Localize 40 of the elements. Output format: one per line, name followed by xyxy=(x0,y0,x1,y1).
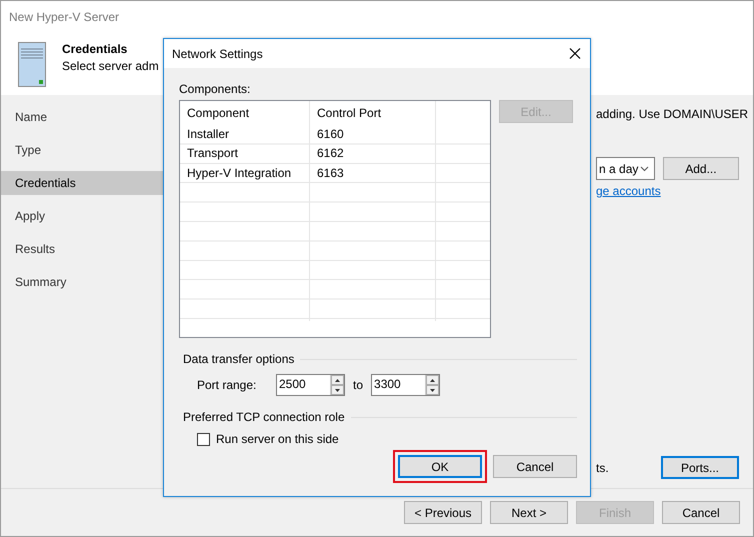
group-heading: Data transfer options xyxy=(183,352,294,366)
table-cell-text: 6163 xyxy=(316,164,345,182)
table-cell-text: 6160 xyxy=(316,126,345,143)
port-to-spinner[interactable]: 3300 xyxy=(371,374,440,396)
window-title: New Hyper-V Server xyxy=(9,10,120,24)
page-subtitle: Select server adm xyxy=(62,59,159,73)
instruction-text: adding. Use DOMAIN\USER xyxy=(596,106,748,123)
page-title: Credentials xyxy=(62,42,128,56)
to-label: to xyxy=(353,378,364,392)
wizard-step[interactable]: Results xyxy=(1,237,164,261)
dialog-button[interactable]: Cancel xyxy=(493,455,577,478)
checkbox[interactable] xyxy=(197,432,210,446)
wizard-button[interactable]: Cancel xyxy=(662,501,740,524)
dialog-title: Network Settings xyxy=(172,46,263,60)
column-header[interactable]: Control Port xyxy=(310,101,436,125)
wizard-step[interactable]: Credentials xyxy=(1,171,164,195)
wizard-step[interactable]: Type xyxy=(1,138,164,162)
ports-button[interactable]: Ports... xyxy=(661,456,739,479)
components-label: Components: xyxy=(179,82,252,96)
manage-link[interactable]: ge accounts xyxy=(596,184,661,198)
checkbox-label[interactable]: Run server on this side xyxy=(216,432,339,446)
group-heading: Preferred TCP connection role xyxy=(183,410,345,424)
wizard-step[interactable]: Summary xyxy=(1,270,164,294)
port-from-spinner[interactable]: 2500 xyxy=(276,374,345,396)
table-cell-text: Transport xyxy=(186,145,239,162)
wizard-step[interactable]: Apply xyxy=(1,204,164,228)
wizard-step[interactable]: Name xyxy=(1,105,164,129)
ports-text: ts. xyxy=(596,460,609,474)
port-range-label: Port range: xyxy=(197,378,258,392)
table-cell-text: Installer xyxy=(186,126,230,143)
wizard-button[interactable]: Next > xyxy=(490,501,568,524)
dropdown[interactable]: n a day xyxy=(596,157,655,180)
wizard-button[interactable]: < Previous xyxy=(404,501,482,524)
server-icon xyxy=(18,42,46,87)
column-header[interactable]: Component xyxy=(180,101,310,125)
dialog-button[interactable]: OK xyxy=(398,455,482,478)
table-cell-text: Hyper-V Integration xyxy=(186,164,292,182)
chevron-down-icon xyxy=(640,166,649,172)
add-button[interactable]: Add... xyxy=(662,157,739,180)
table-cell-text: 6162 xyxy=(316,145,345,162)
